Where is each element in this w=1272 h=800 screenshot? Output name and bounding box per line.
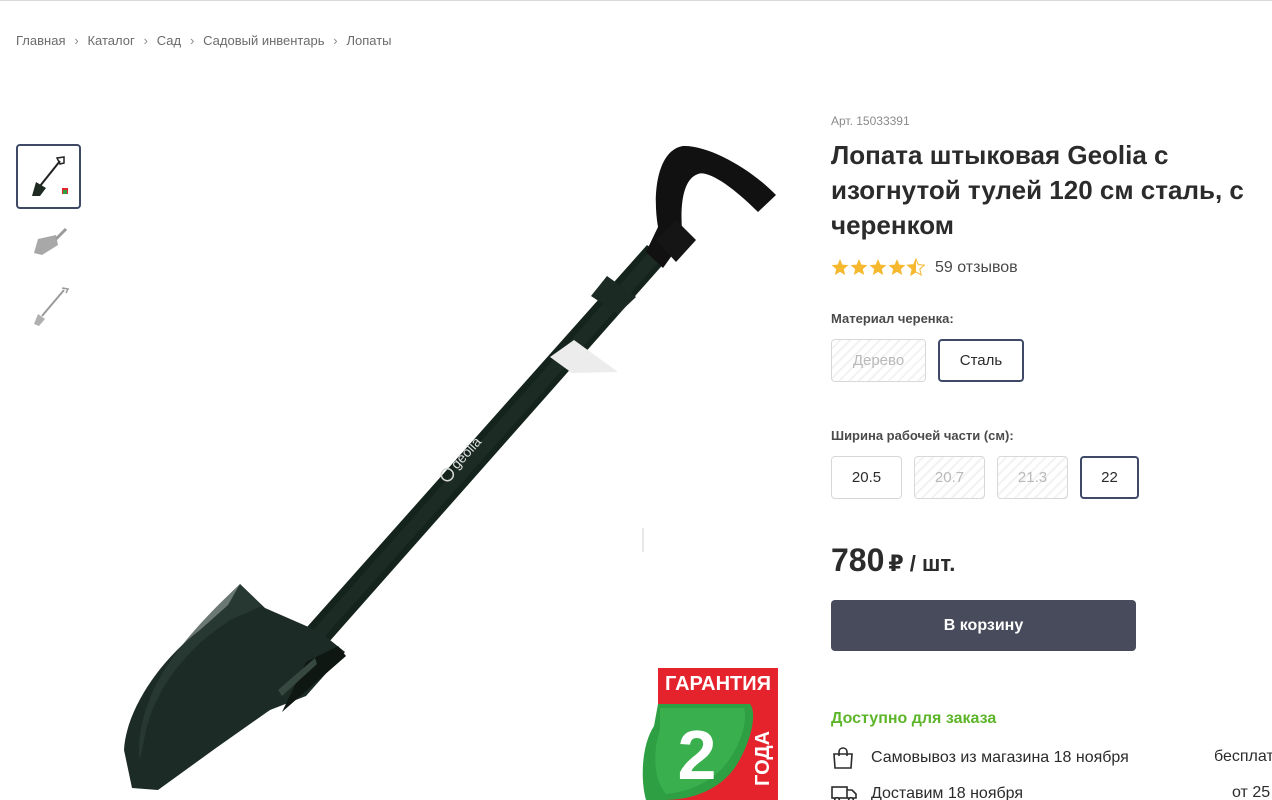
- width-option-20-5[interactable]: 20.5: [831, 456, 902, 499]
- chevron-right-icon: ›: [333, 33, 338, 48]
- material-options: Дерево Сталь: [831, 339, 1036, 382]
- width-option-21-3[interactable]: 21.3: [997, 456, 1068, 499]
- material-option-label: Материал черенка:: [831, 311, 954, 326]
- star-icon: [888, 259, 906, 275]
- shovel-thumbnail-image: [31, 155, 68, 196]
- material-option-steel[interactable]: Сталь: [938, 339, 1024, 382]
- warranty-badge: ГАРАНТИЯ 2 ГОДА: [640, 668, 778, 800]
- product-price: 780 ₽ / шт.: [831, 542, 955, 579]
- thumbnail-2[interactable]: [16, 209, 81, 274]
- pickup-row: Самовывоз из магазина 18 ноября: [831, 746, 1129, 770]
- svg-text:ГАРАНТИЯ: ГАРАНТИЯ: [665, 673, 771, 695]
- breadcrumb-shovels[interactable]: Лопаты: [346, 33, 391, 48]
- pickup-price: бесплатно: [1214, 748, 1272, 765]
- material-option-wood[interactable]: Дерево: [831, 339, 926, 382]
- chevron-right-icon: ›: [74, 33, 79, 48]
- chevron-right-icon: ›: [189, 33, 195, 48]
- product-sku: Арт. 15033391: [831, 114, 910, 128]
- rating-stars: [831, 258, 927, 278]
- product-info: Арт. 15033391 Лопата штыковая Geolia с и…: [831, 0, 1272, 800]
- thumbnail-3[interactable]: [16, 274, 81, 339]
- delivery-text: Доставим 18 ноября: [871, 785, 1024, 800]
- width-option-20-7[interactable]: 20.7: [914, 456, 985, 499]
- thumbnail-1[interactable]: [16, 144, 81, 209]
- star-icon: [850, 259, 868, 275]
- half-star-icon: [906, 258, 926, 277]
- width-options: 20.5 20.7 21.3 22: [831, 456, 1151, 499]
- shopping-bag-icon: [831, 746, 857, 770]
- reviews-link[interactable]: 59 отзывов: [935, 259, 1018, 277]
- product-rating[interactable]: 59 отзывов: [831, 258, 1018, 278]
- shovel-d-handle: [646, 145, 776, 268]
- svg-text:2: 2: [678, 716, 717, 794]
- add-to-cart-button[interactable]: В корзину: [831, 600, 1136, 651]
- star-icon: [831, 259, 849, 275]
- width-option-22[interactable]: 22: [1080, 456, 1139, 499]
- breadcrumb-catalog[interactable]: Каталог: [87, 33, 134, 48]
- breadcrumb: Главная › Каталог › Сад › Садовый инвент…: [16, 33, 392, 48]
- pickup-text: Самовывоз из магазина 18 ноября: [871, 749, 1129, 766]
- breadcrumb-home[interactable]: Главная: [16, 33, 65, 48]
- gallery-thumbnails: [16, 144, 81, 339]
- chevron-right-icon: ›: [143, 33, 148, 48]
- breadcrumb-garden[interactable]: Сад: [157, 33, 181, 48]
- availability-status: Доступно для заказа: [831, 710, 997, 727]
- price-unit: ₽ / шт.: [888, 551, 956, 576]
- price-value: 780: [831, 542, 885, 578]
- product-title: Лопата штыковая Geolia с изогнутой тулей…: [831, 140, 1244, 240]
- breadcrumb-garden-tools[interactable]: Садовый инвентарь: [203, 33, 324, 48]
- truck-icon: [831, 782, 857, 800]
- svg-text:ГОДА: ГОДА: [752, 731, 774, 786]
- delivery-price: от 25: [1232, 784, 1271, 800]
- star-icon: [869, 259, 887, 275]
- shovel-blade-thumbnail-image: [33, 227, 67, 255]
- width-option-label: Ширина рабочей части (см):: [831, 428, 1014, 443]
- delivery-row: Доставим 18 ноября: [831, 782, 1023, 800]
- shovel-side-thumbnail-image: [33, 286, 69, 326]
- shovel-blade: [124, 584, 346, 790]
